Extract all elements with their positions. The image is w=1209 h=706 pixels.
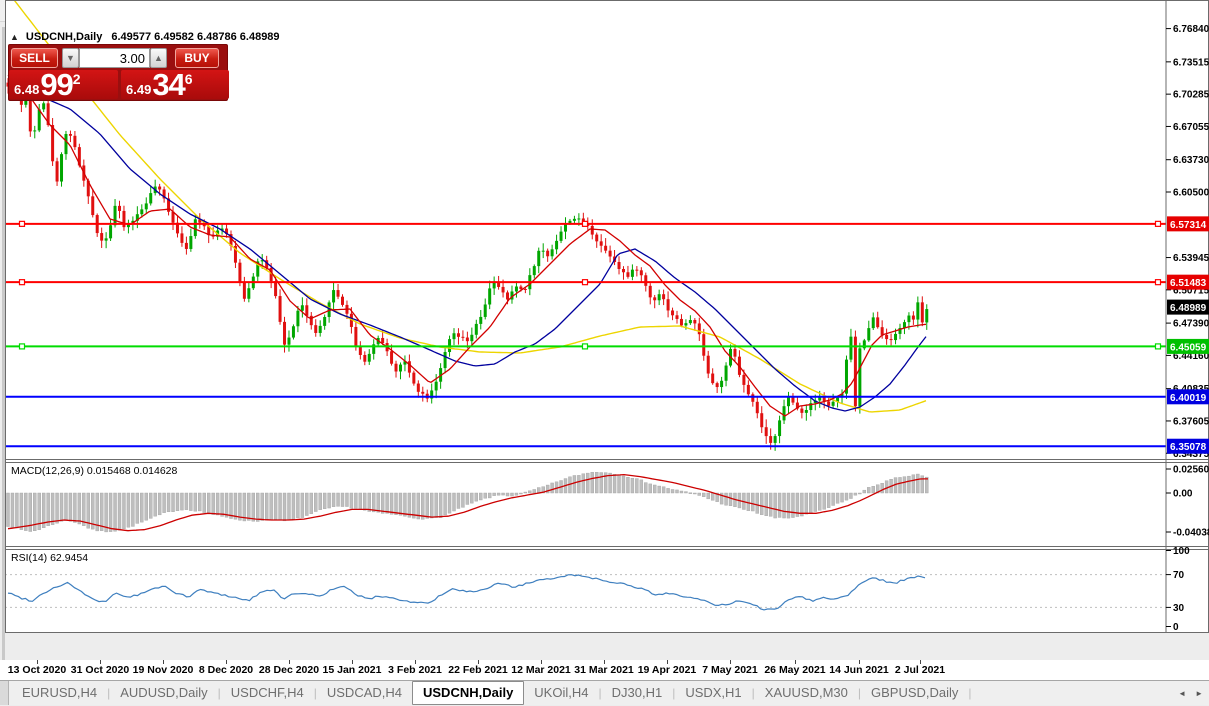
- date-label: 26 May 2021: [764, 664, 825, 676]
- rsi-label: RSI(14) 62.9454: [11, 552, 88, 564]
- price-tick-label: 6.70285: [1173, 90, 1209, 101]
- chart-symbol-label: USDCNH,Daily: [26, 31, 102, 43]
- volume-decrease-button[interactable]: ▼: [62, 48, 79, 68]
- chart-ohlc-values: 6.49577 6.49582 6.48786 6.48989: [111, 31, 279, 43]
- price-tick-label: 6.47390: [1173, 319, 1209, 330]
- date-label: 7 May 2021: [702, 664, 757, 676]
- date-label: 15 Jan 2021: [323, 664, 382, 676]
- tab-dj30-h1[interactable]: DJ30,H1: [602, 681, 673, 705]
- price-tick-label: 6.53945: [1173, 253, 1209, 264]
- tab-separator: |: [968, 686, 971, 700]
- tab-scroll-arrows: ◄►: [1178, 681, 1203, 706]
- sell-price-big: 99: [40, 70, 72, 99]
- hline-handle[interactable]: [1156, 344, 1161, 349]
- tab-ukoil-h4[interactable]: UKOil,H4: [524, 681, 598, 705]
- volume-input[interactable]: [79, 48, 150, 68]
- macd-axis-label: 0.00: [1173, 489, 1193, 500]
- date-label: 31 Mar 2021: [574, 664, 634, 676]
- tab-scroll-right-icon[interactable]: ►: [1195, 689, 1203, 698]
- date-label: 28 Dec 2020: [259, 664, 319, 676]
- one-click-trading-panel: SELL ▼ ▲ BUY 6.48 99 2 6.49 34 6: [8, 44, 228, 101]
- buy-price-sup: 6: [185, 71, 193, 99]
- hline-handle[interactable]: [1156, 280, 1161, 285]
- tab-gbpusd-daily[interactable]: GBPUSD,Daily: [861, 681, 968, 705]
- price-badge-label: 6.45059: [1170, 342, 1207, 353]
- price-tick-label: 6.37605: [1173, 416, 1209, 427]
- date-label: 19 Apr 2021: [638, 664, 697, 676]
- buy-button[interactable]: BUY: [175, 48, 219, 68]
- tab-usdx-h1[interactable]: USDX,H1: [675, 681, 751, 705]
- tab-scroll-left-icon[interactable]: ◄: [1178, 689, 1186, 698]
- tab-eurusd-h4[interactable]: EURUSD,H4: [12, 681, 107, 705]
- mt4-application: 15M30H1H4D1W1MN MACD(12,26,9) 0.015468 0…: [0, 0, 1209, 705]
- buy-price-prefix: 6.49: [126, 82, 151, 97]
- sell-price-prefix: 6.48: [14, 82, 39, 97]
- date-label: 14 Jun 2021: [829, 664, 889, 676]
- tab-usdcnh-daily[interactable]: USDCNH,Daily: [412, 681, 524, 705]
- chevron-down-icon: ▼: [66, 53, 75, 63]
- hline-handle[interactable]: [583, 344, 588, 349]
- hline-handle[interactable]: [583, 221, 588, 226]
- price-tick-label: 6.67055: [1173, 122, 1209, 133]
- hline-handle[interactable]: [20, 344, 25, 349]
- rsi-axis-label: 30: [1173, 603, 1185, 614]
- sell-button[interactable]: SELL: [11, 48, 58, 68]
- hline-handle[interactable]: [20, 280, 25, 285]
- price-tick-label: 6.60500: [1173, 188, 1209, 199]
- price-badge-label: 6.48989: [1170, 303, 1207, 314]
- date-label: 22 Feb 2021: [448, 664, 508, 676]
- volume-increase-button[interactable]: ▲: [150, 48, 167, 68]
- tab-xauusd-m30[interactable]: XAUUSD,M30: [755, 681, 858, 705]
- buy-price-display[interactable]: 6.49 34 6: [121, 70, 229, 99]
- price-badge-label: 6.57314: [1170, 220, 1207, 231]
- chart-shift-icon: ▲: [10, 32, 19, 42]
- date-label: 12 Mar 2021: [511, 664, 571, 676]
- chevron-up-icon: ▲: [154, 53, 163, 63]
- date-label: 8 Dec 2020: [199, 664, 253, 676]
- date-label: 31 Oct 2020: [71, 664, 129, 676]
- date-axis: 13 Oct 2020 31 Oct 2020 19 Nov 2020 8 Dec 2…: [0, 660, 1209, 680]
- rsi-axis-label: 0: [1173, 622, 1179, 633]
- date-label: 13 Oct 2020: [8, 664, 66, 676]
- sell-price-display[interactable]: 6.48 99 2: [9, 70, 118, 99]
- hline-handle[interactable]: [583, 280, 588, 285]
- price-tick-label: 6.73515: [1173, 57, 1209, 68]
- date-label: 19 Nov 2020: [133, 664, 194, 676]
- price-badge-label: 6.35078: [1170, 442, 1207, 453]
- date-label: 2 Jul 2021: [895, 664, 945, 676]
- tab-usdcad-h4[interactable]: USDCAD,H4: [317, 681, 412, 705]
- hline-handle[interactable]: [20, 221, 25, 226]
- macd-axis-label: 0.025609: [1173, 465, 1209, 476]
- tabbar-edge: [0, 681, 9, 705]
- price-tick-label: 6.76840: [1173, 24, 1209, 35]
- tab-usdchf-h4[interactable]: USDCHF,H4: [221, 681, 314, 705]
- chart-tab-bar: EURUSD,H4|AUDUSD,Daily|USDCHF,H4|USDCAD,…: [0, 680, 1209, 705]
- rsi-axis-label: 70: [1173, 570, 1185, 581]
- hline-handle[interactable]: [1156, 221, 1161, 226]
- macd-axis-label: -0.04038: [1173, 528, 1209, 539]
- price-tick-label: 6.63730: [1173, 155, 1209, 166]
- price-badge-label: 6.51483: [1170, 278, 1207, 289]
- price-badge-label: 6.40019: [1170, 393, 1207, 404]
- sell-price-sup: 2: [73, 71, 81, 99]
- chart-title: ▲ USDCNH,Daily 6.49577 6.49582 6.48786 6…: [10, 31, 280, 43]
- tab-audusd-daily[interactable]: AUDUSD,Daily: [110, 681, 217, 705]
- date-label: 3 Feb 2021: [388, 664, 442, 676]
- buy-price-big: 34: [152, 70, 184, 99]
- macd-label: MACD(12,26,9) 0.015468 0.014628: [11, 465, 178, 477]
- rsi-axis-label: 100: [1173, 546, 1190, 557]
